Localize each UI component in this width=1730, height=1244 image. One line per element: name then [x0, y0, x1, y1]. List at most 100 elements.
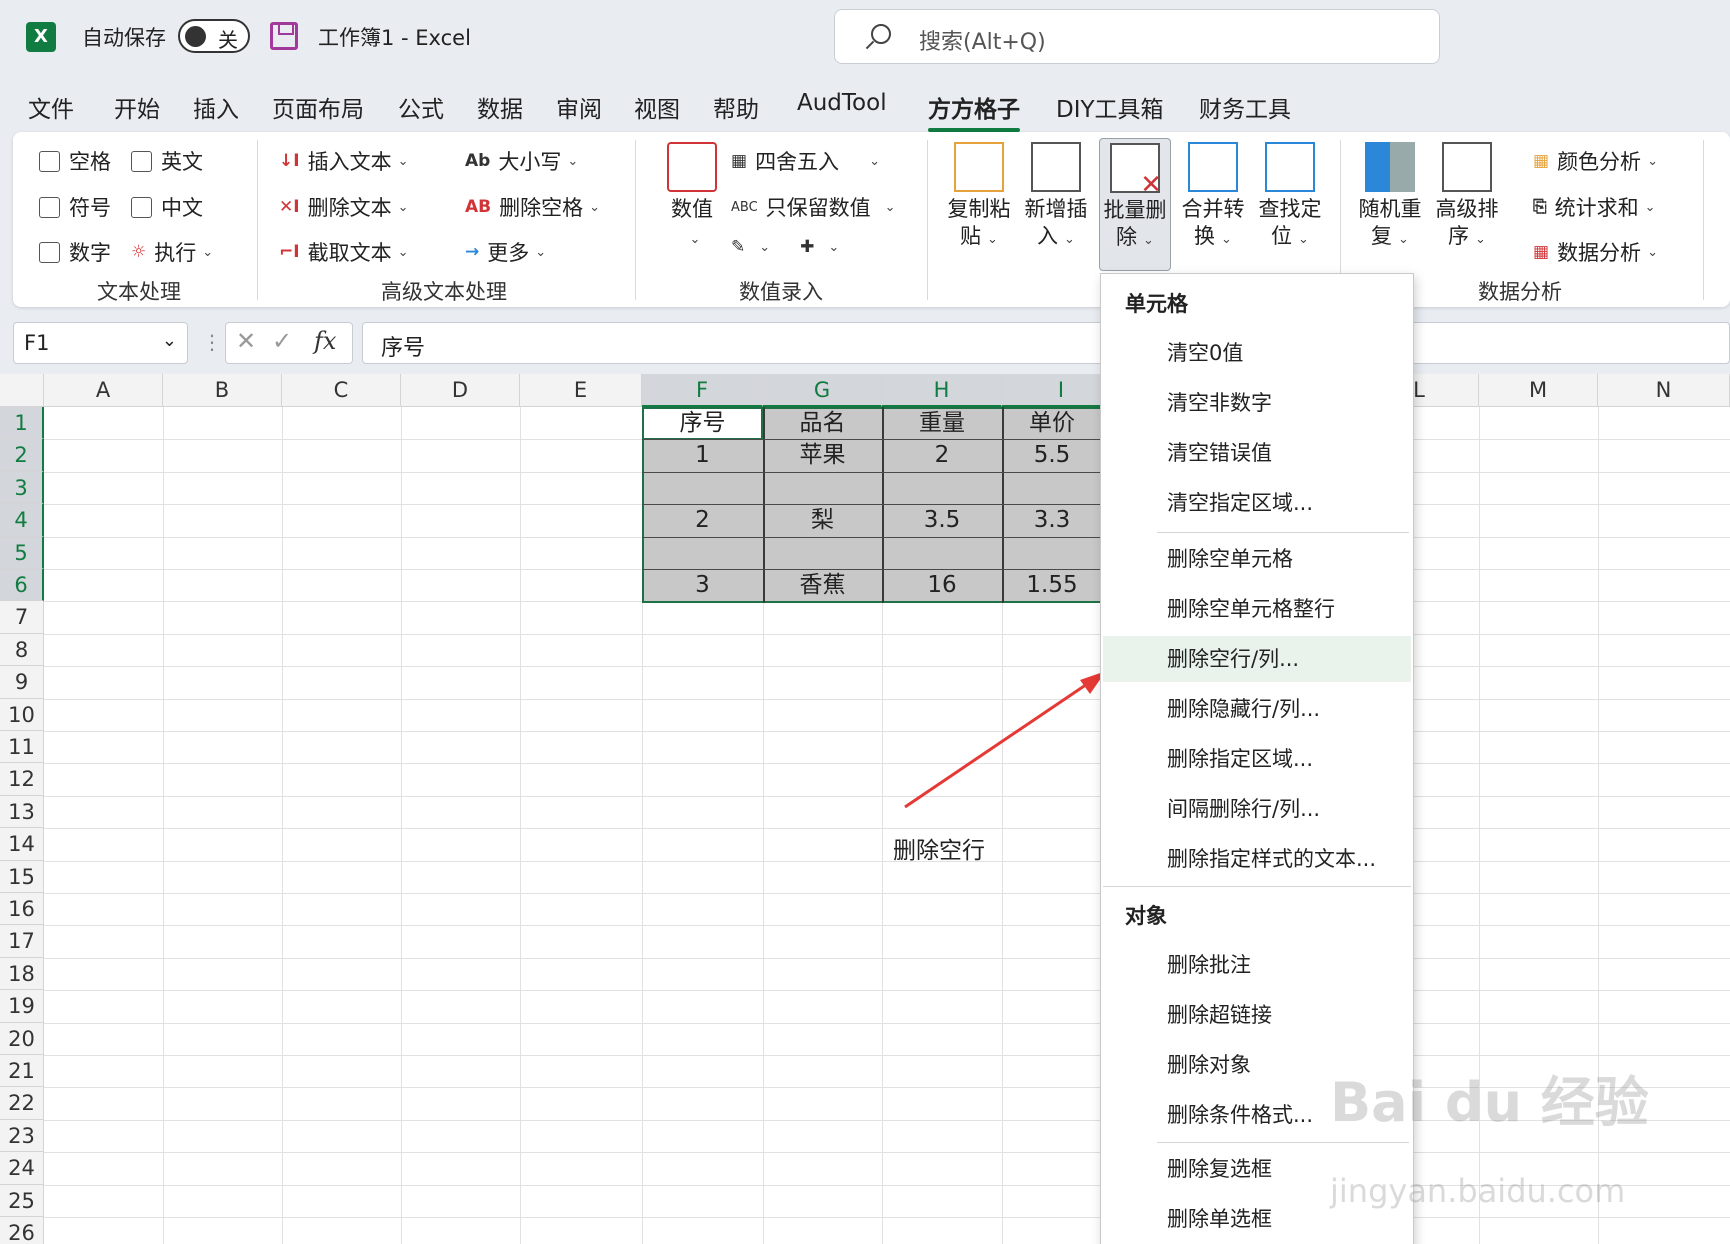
autosave-toggle[interactable]: 关: [178, 19, 250, 53]
tab-data[interactable]: 数据: [477, 90, 523, 124]
row-header[interactable]: 3: [0, 471, 44, 505]
tab-audtool[interactable]: AudTool: [797, 90, 887, 116]
tab-review[interactable]: 审阅: [556, 90, 602, 124]
row-header[interactable]: 22: [0, 1087, 44, 1120]
find-locate-button[interactable]: 查找定位 ⌄: [1254, 142, 1326, 253]
row-header[interactable]: 21: [0, 1055, 44, 1088]
table-cell[interactable]: [642, 537, 763, 569]
table-cell[interactable]: 梨: [763, 504, 882, 536]
column-header[interactable]: G: [763, 374, 882, 407]
menu-item-delete-empty-rows-cols[interactable]: 删除空行/列...: [1103, 636, 1411, 682]
table-cell[interactable]: [882, 472, 1002, 504]
row-header[interactable]: 8: [0, 633, 44, 667]
table-cell[interactable]: 单价: [1002, 407, 1102, 439]
batch-delete-button[interactable]: ✕ 批量删除 ⌄: [1099, 138, 1171, 271]
menu-item-delete-comments[interactable]: 删除批注: [1103, 942, 1411, 988]
row-header[interactable]: 12: [0, 763, 44, 796]
checkbox-chinese[interactable]: 中文: [131, 192, 203, 222]
round-button[interactable]: ▦ 四舍五入 ⌄: [731, 146, 880, 176]
row-header[interactable]: 13: [0, 795, 44, 829]
row-header[interactable]: 18: [0, 957, 44, 991]
column-header[interactable]: D: [401, 374, 520, 407]
menu-item-delete-range[interactable]: 删除指定区域...: [1103, 736, 1411, 782]
insert-text-button[interactable]: ↓I 插入文本 ⌄: [279, 146, 408, 176]
tab-file[interactable]: 文件: [28, 90, 74, 124]
row-header[interactable]: 15: [0, 860, 44, 893]
column-header[interactable]: M: [1479, 374, 1598, 407]
table-cell[interactable]: 1: [642, 439, 763, 471]
edit-tool-button[interactable]: ✎ ⌄ ✚ ⌄: [731, 237, 839, 257]
column-header[interactable]: H: [882, 374, 1002, 407]
delete-space-button[interactable]: AB 删除空格 ⌄: [465, 192, 600, 222]
table-cell[interactable]: [763, 472, 882, 504]
table-cell[interactable]: [1002, 537, 1102, 569]
tab-fangfanggezi[interactable]: 方方格子: [928, 90, 1020, 132]
tab-formulas[interactable]: 公式: [398, 90, 444, 124]
row-header[interactable]: 7: [0, 601, 44, 634]
table-cell[interactable]: [763, 537, 882, 569]
keep-value-button[interactable]: ABC 只保留数值 ⌄: [731, 192, 896, 222]
row-header[interactable]: 10: [0, 698, 44, 731]
menu-item-clear-nonnumber[interactable]: 清空非数字: [1103, 380, 1411, 426]
name-box[interactable]: F1 ⌄: [13, 322, 188, 364]
column-header[interactable]: C: [282, 374, 401, 407]
value-button[interactable]: 数值 ⌄: [656, 142, 728, 253]
table-cell[interactable]: 5.5: [1002, 439, 1102, 471]
fx-icon[interactable]: fx: [314, 327, 336, 355]
table-cell[interactable]: 品名: [763, 407, 882, 439]
table-cell[interactable]: [1002, 472, 1102, 504]
column-header[interactable]: A: [44, 374, 163, 407]
menu-item-delete-empty-cells[interactable]: 删除空单元格: [1103, 536, 1411, 582]
row-header[interactable]: 20: [0, 1022, 44, 1055]
row-header[interactable]: 1: [0, 407, 44, 440]
color-analysis-button[interactable]: ▦ 颜色分析 ⌄: [1533, 146, 1658, 176]
confirm-icon[interactable]: ✓: [272, 327, 292, 355]
cancel-icon[interactable]: ✕: [236, 327, 256, 355]
menu-item-clear-error[interactable]: 清空错误值: [1103, 430, 1411, 476]
table-cell[interactable]: 1.55: [1002, 569, 1102, 601]
checkbox-english[interactable]: 英文: [131, 146, 203, 176]
table-cell[interactable]: 2: [882, 439, 1002, 471]
tab-view[interactable]: 视图: [634, 90, 680, 124]
tab-diy-toolbox[interactable]: DIY工具箱: [1056, 90, 1164, 124]
checkbox-number[interactable]: 数字: [39, 237, 111, 267]
select-all-corner[interactable]: [0, 374, 44, 407]
table-cell[interactable]: 苹果: [763, 439, 882, 471]
cut-text-button[interactable]: ⌐I 截取文本 ⌄: [279, 237, 408, 267]
merge-convert-button[interactable]: 合并转换 ⌄: [1177, 142, 1249, 253]
copy-paste-button[interactable]: 复制粘贴 ⌄: [943, 142, 1015, 253]
checkbox-space[interactable]: 空格: [39, 146, 111, 176]
row-header[interactable]: 25: [0, 1184, 44, 1217]
table-cell[interactable]: [642, 472, 763, 504]
save-icon[interactable]: [270, 22, 298, 50]
add-insert-button[interactable]: 新增插入 ⌄: [1020, 142, 1092, 253]
menu-item-delete-hyperlinks[interactable]: 删除超链接: [1103, 992, 1411, 1038]
menu-item-clear-range[interactable]: 清空指定区域...: [1103, 480, 1411, 526]
tab-home[interactable]: 开始: [114, 90, 160, 124]
table-cell[interactable]: 16: [882, 569, 1002, 601]
table-cell[interactable]: 3: [642, 569, 763, 601]
advanced-sort-button[interactable]: 高级排序 ⌄: [1431, 142, 1503, 253]
formula-input[interactable]: 序号: [362, 322, 1730, 364]
table-cell[interactable]: 2: [642, 504, 763, 536]
row-header[interactable]: 9: [0, 666, 44, 699]
row-header[interactable]: 19: [0, 990, 44, 1023]
row-header[interactable]: 4: [0, 504, 44, 537]
more-button[interactable]: → 更多 ⌄: [465, 237, 546, 267]
row-header[interactable]: 17: [0, 925, 44, 958]
case-button[interactable]: Ab 大小写 ⌄: [465, 146, 578, 176]
column-header[interactable]: N: [1598, 374, 1730, 407]
row-header[interactable]: 26: [0, 1217, 44, 1244]
menu-item-delete-styled-text[interactable]: 删除指定样式的文本...: [1103, 836, 1411, 882]
menu-item-delete-hidden-rows-cols[interactable]: 删除隐藏行/列...: [1103, 686, 1411, 732]
menu-item-clear-zero[interactable]: 清空0值: [1103, 330, 1411, 376]
row-header[interactable]: 2: [0, 439, 44, 472]
row-header[interactable]: 24: [0, 1152, 44, 1185]
column-header[interactable]: F: [642, 374, 763, 407]
menu-item-interval-delete[interactable]: 间隔删除行/列...: [1103, 786, 1411, 832]
column-header[interactable]: E: [520, 374, 642, 407]
table-cell[interactable]: 重量: [882, 407, 1002, 439]
stat-sum-button[interactable]: ⎘ 统计求和 ⌄: [1533, 192, 1656, 222]
checkbox-symbol[interactable]: 符号: [39, 192, 111, 222]
row-header[interactable]: 23: [0, 1119, 44, 1153]
